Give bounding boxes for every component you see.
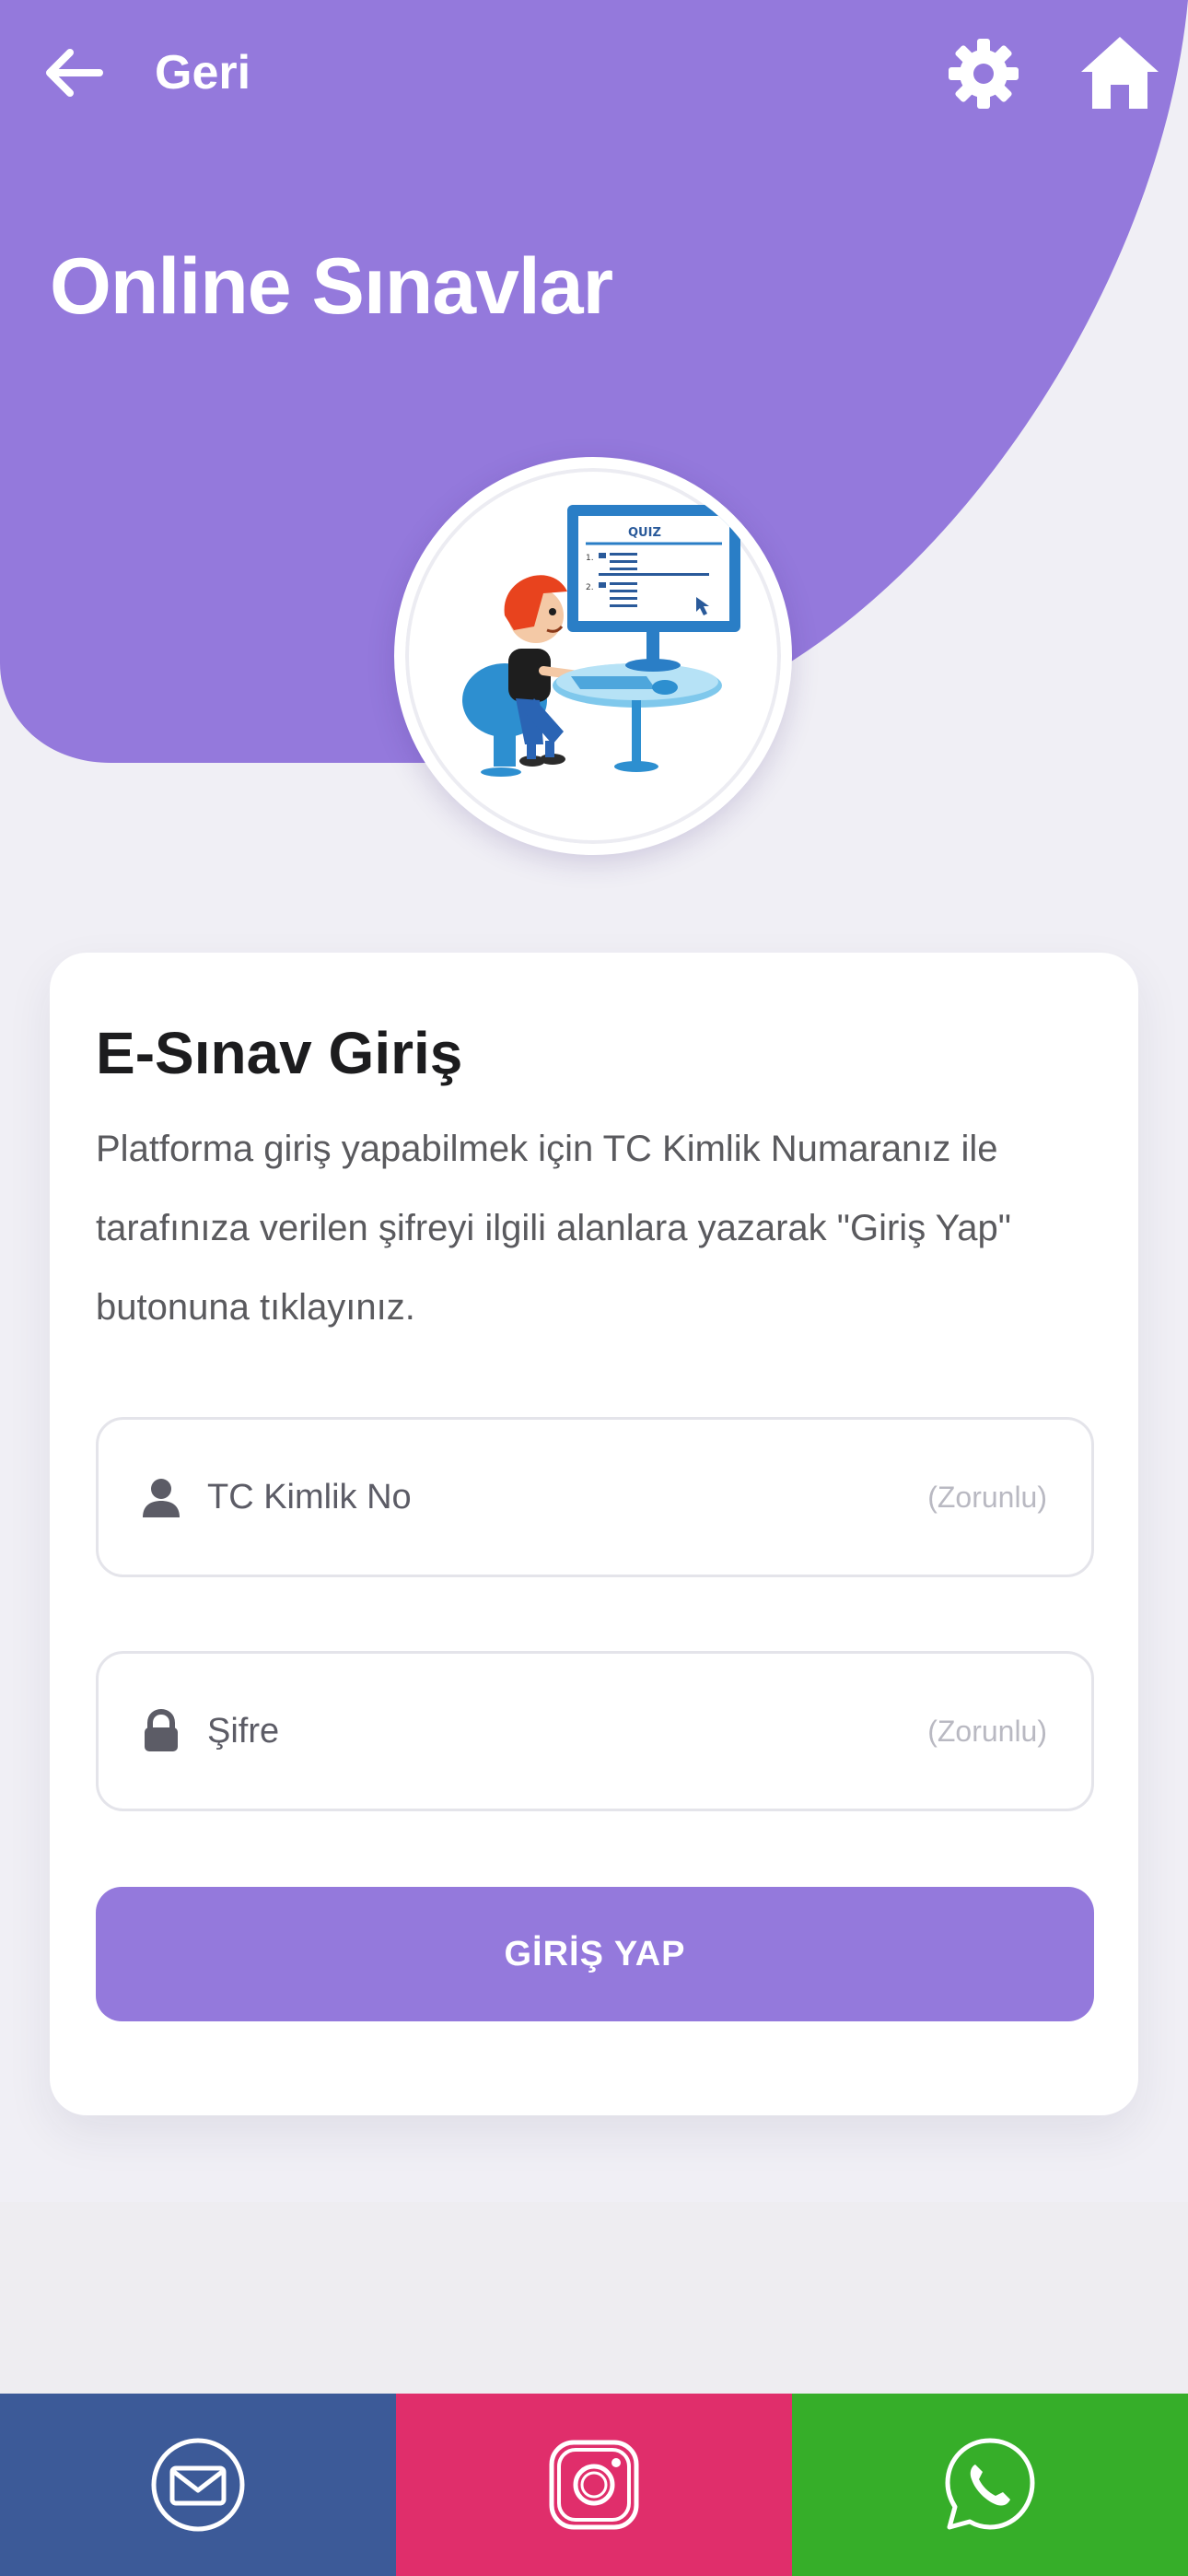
login-title: E-Sınav Giriş [96, 1020, 463, 1086]
back-label: Geri [155, 46, 251, 100]
student-computer-illustration: QUIZ 1. 2. [462, 505, 740, 777]
page-title: Online Sınavlar [50, 242, 613, 331]
login-card: E-Sınav Giriş Platforma giriş yapabilmek… [50, 953, 1138, 2115]
arrow-left-icon [46, 49, 103, 97]
quiz-illustration: QUIZ 1. 2. [394, 457, 792, 855]
back-button[interactable]: Geri [42, 33, 250, 112]
user-icon [143, 1479, 180, 1517]
password-placeholder: Şifre [207, 1711, 280, 1751]
mail-button[interactable] [0, 2394, 396, 2576]
login-description: Platforma giriş yapabilmek için TC Kimli… [96, 1129, 1011, 1328]
settings-button[interactable] [945, 35, 1022, 112]
lock-icon [145, 1709, 178, 1751]
top-bar: Geri [0, 0, 1188, 147]
password-required: (Zorunlu) [927, 1714, 1047, 1748]
quiz-screen-text: QUIZ [628, 526, 661, 540]
svg-text:1.: 1. [586, 554, 594, 563]
svg-text:2.: 2. [586, 583, 594, 592]
gear-icon [949, 39, 1019, 109]
instagram-button[interactable] [396, 2394, 792, 2576]
tc-kimlik-required: (Zorunlu) [927, 1480, 1047, 1514]
tc-kimlik-input[interactable]: TC Kimlik No (Zorunlu) [96, 1417, 1094, 1577]
home-icon [1081, 37, 1159, 109]
page-bottom-area [0, 2202, 1188, 2395]
login-button[interactable]: GİRİŞ YAP [96, 1887, 1094, 2021]
password-input[interactable]: Şifre (Zorunlu) [96, 1651, 1094, 1811]
tc-kimlik-placeholder: TC Kimlik No [207, 1477, 412, 1516]
mail-icon [151, 2438, 245, 2532]
whatsapp-icon [945, 2438, 1035, 2530]
instagram-icon [549, 2440, 639, 2530]
social-bar [0, 2394, 1188, 2576]
whatsapp-button[interactable] [792, 2394, 1188, 2576]
home-button[interactable] [1077, 33, 1162, 112]
